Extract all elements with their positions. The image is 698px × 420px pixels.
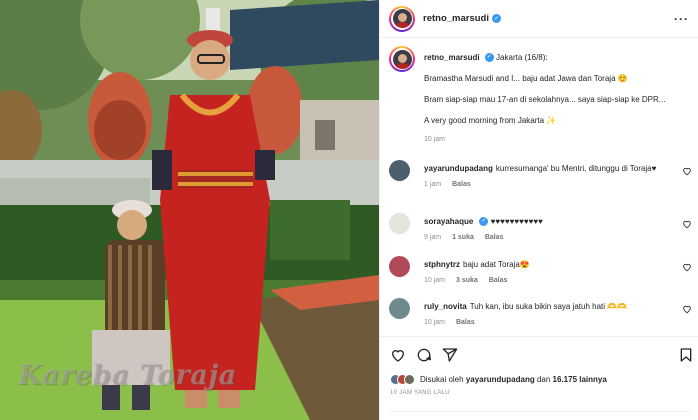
- comment-text: kurresumanga' bu Mentri, ditunggu di Tor…: [495, 164, 657, 173]
- photo-watermark: Kareba Toraja: [18, 360, 237, 391]
- author-username[interactable]: retno_marsudi: [423, 13, 489, 24]
- commenter-username[interactable]: yayarundupadang: [424, 164, 493, 173]
- comment-heart-icon[interactable]: [682, 304, 692, 314]
- share-icon[interactable]: [442, 347, 458, 363]
- post-panel: retno_marsudi ✓ ··· retno_marsudi ✓ Jaka…: [379, 0, 698, 420]
- caption-line: Bramastha Marsudi and I... baju adat Jaw…: [424, 74, 628, 83]
- caption-username[interactable]: retno_marsudi: [424, 53, 480, 62]
- comment-time: 1 jam: [424, 181, 442, 188]
- verified-badge-icon: ✓: [492, 14, 501, 23]
- comment-icon[interactable]: [416, 347, 432, 363]
- comment-time: 10 jam: [424, 319, 446, 326]
- comment-likes[interactable]: 1 suka: [452, 234, 474, 241]
- commenter-avatar[interactable]: [389, 160, 410, 181]
- likes-count[interactable]: 16.175 lainnya: [553, 375, 607, 384]
- comment-likes[interactable]: 3 suka: [456, 277, 478, 284]
- comment-heart-icon[interactable]: [682, 166, 692, 176]
- commenter-username[interactable]: sorayahaque: [424, 217, 473, 226]
- commenter-username[interactable]: stphnytrz: [424, 260, 460, 269]
- comment-text: ♥♥♥♥♥♥♥♥♥♥♥: [490, 217, 543, 226]
- verified-badge-icon: ✓: [484, 53, 494, 63]
- comment-text: Tuh kan, ibu suka bikin saya jatuh hati …: [469, 302, 628, 311]
- add-comment-divider: [390, 411, 690, 420]
- post-actions: Disukai oleh yayarundupadang dan 16.175 …: [380, 336, 698, 420]
- comment-heart-icon[interactable]: [682, 262, 692, 272]
- comment-heart-icon[interactable]: [682, 219, 692, 229]
- comment-time: 10 jam: [424, 277, 446, 284]
- comment-item: sorayahaque ✓ ♥♥♥♥♥♥♥♥♥♥♥ 9 jam 1 suka Ba…: [389, 213, 694, 253]
- commenter-avatar[interactable]: [389, 256, 410, 277]
- caption-timestamp: 10 jam: [424, 136, 446, 143]
- commenter-avatar[interactable]: [389, 298, 410, 319]
- reply-button[interactable]: Balas: [489, 277, 508, 284]
- liker-avatar: [404, 374, 415, 385]
- caption-avatar[interactable]: [389, 46, 415, 72]
- heart-icon[interactable]: [390, 347, 406, 363]
- reply-button[interactable]: Balas: [456, 319, 475, 326]
- liked-by-connector: dan: [536, 375, 551, 384]
- caption-line: A very good morning from Jakarta ✨: [424, 116, 557, 125]
- commenter-username[interactable]: ruly_novita: [424, 302, 467, 311]
- reply-button[interactable]: Balas: [485, 234, 504, 241]
- liked-by-prefix: Disukai oleh: [420, 375, 464, 384]
- more-horizontal-icon[interactable]: ···: [674, 12, 689, 26]
- comment-time: 9 jam: [424, 234, 442, 241]
- author-avatar[interactable]: [389, 5, 415, 32]
- comments-scroll[interactable]: retno_marsudi ✓ Jakarta (16/8): Bramasth…: [380, 38, 698, 336]
- comment-item: yayarundupadang kurresumanga' bu Mentri, …: [389, 160, 694, 200]
- post-timestamp[interactable]: 10 JAM YANG LALU: [390, 390, 450, 396]
- verified-badge-icon: ✓: [479, 217, 489, 227]
- caption-line: Bram siap-siap mau 17-an di sekolahnya..…: [424, 95, 666, 104]
- comment-item: stphnytrz baju adat Toraja😍 10 jam 3 suka…: [389, 256, 694, 296]
- commenter-avatar[interactable]: [389, 213, 410, 234]
- post-photo[interactable]: Kareba Toraja: [0, 0, 379, 420]
- caption-location: Jakarta (16/8):: [496, 53, 548, 62]
- liked-by-row: Disukai oleh yayarundupadang dan 16.175 …: [390, 374, 607, 385]
- comment-text: baju adat Toraja😍: [463, 260, 530, 269]
- photo-scene: [0, 0, 379, 420]
- reply-button[interactable]: Balas: [452, 181, 471, 188]
- comment-item: ruly_novita Tuh kan, ibu suka bikin saya …: [389, 298, 694, 336]
- bookmark-icon[interactable]: [678, 347, 694, 363]
- liked-by-user[interactable]: yayarundupadang: [466, 375, 535, 384]
- post-header: retno_marsudi ✓ ···: [380, 0, 698, 38]
